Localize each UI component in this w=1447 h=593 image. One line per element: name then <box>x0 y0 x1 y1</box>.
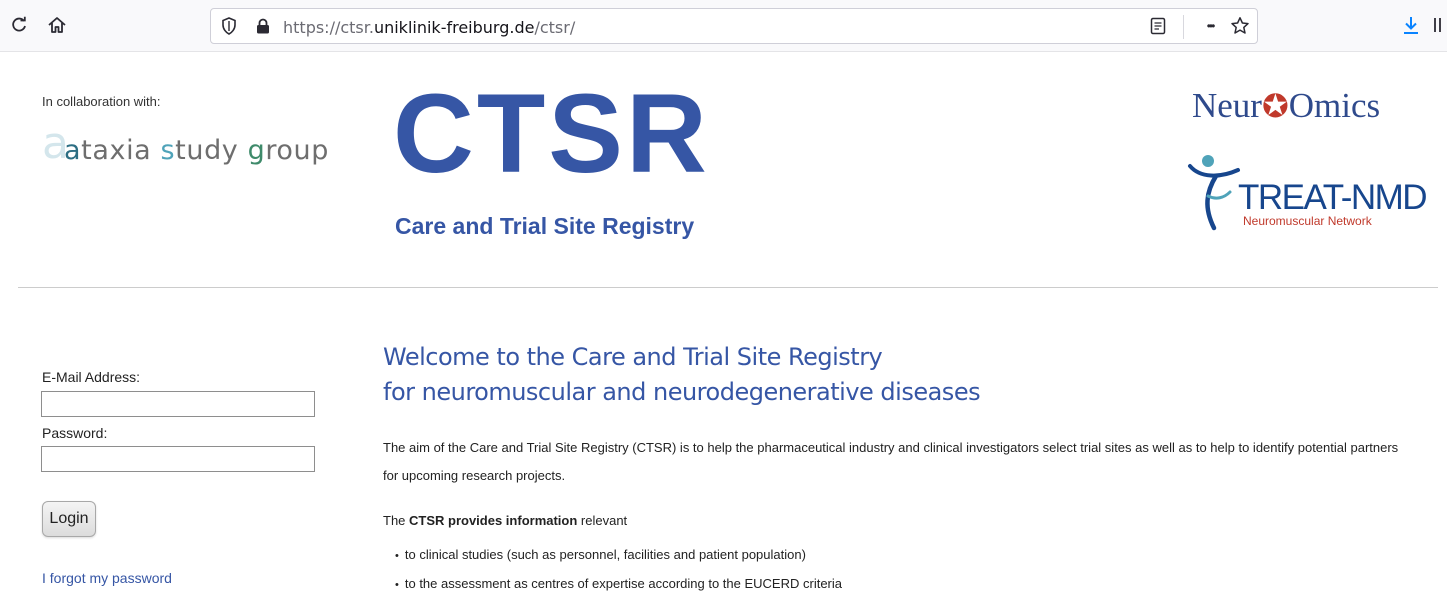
ctsr-logo-subtitle: Care and Trial Site Registry <box>395 213 695 239</box>
treat-nmd-name: TREAT-NMD <box>1238 178 1428 217</box>
treat-nmd-logo[interactable]: TREAT-NMD Neuromuscular Network <box>1186 152 1428 234</box>
url-text[interactable]: https://ctsr.uniklinik-freiburg.de/ctsr/ <box>283 18 575 37</box>
more-icon[interactable]: ••• <box>1197 16 1223 36</box>
shield-icon[interactable] <box>219 16 239 36</box>
treat-nmd-tagline: Neuromuscular Network <box>1243 214 1372 228</box>
provides-intro: The CTSR provides information relevant <box>383 513 628 528</box>
treat-nmd-figure-icon <box>1188 155 1240 231</box>
neuromics-star-icon: ✪ <box>1261 88 1289 124</box>
welcome-heading: Welcome to the Care and Trial Site Regis… <box>383 340 981 410</box>
provides-bold: CTSR provides information <box>409 513 578 528</box>
password-label: Password: <box>42 425 108 441</box>
library-icon[interactable] <box>1432 14 1446 36</box>
login-button[interactable]: Login <box>42 501 96 537</box>
url-bar[interactable]: https://ctsr.uniklinik-freiburg.de/ctsr/… <box>210 8 1258 44</box>
email-field[interactable] <box>41 391 315 417</box>
lock-icon[interactable] <box>253 16 273 36</box>
browser-toolbar: https://ctsr.uniklinik-freiburg.de/ctsr/… <box>0 0 1447 52</box>
email-label: E-Mail Address: <box>42 369 141 385</box>
collaboration-label: In collaboration with: <box>42 94 161 109</box>
list-item: to clinical studies (such as personnel, … <box>395 541 842 570</box>
intro-paragraph: The aim of the Care and Trial Site Regis… <box>383 440 1399 483</box>
forgot-password-link[interactable]: I forgot my password <box>42 570 172 586</box>
home-icon[interactable] <box>46 14 68 36</box>
ataxia-study-group-logo[interactable]: a ataxia study group <box>42 118 342 174</box>
reader-view-icon[interactable] <box>1148 16 1168 36</box>
password-field[interactable] <box>41 446 315 472</box>
welcome-heading-line-2: for neuromuscular and neurodegenerative … <box>383 378 981 406</box>
provides-list: to clinical studies (such as personnel, … <box>395 541 842 593</box>
list-item: to the assessment as centres of expertis… <box>395 570 842 593</box>
header-divider <box>18 287 1438 288</box>
url-domain: uniklinik-freiburg.de <box>373 18 535 37</box>
neuromics-logo[interactable]: Neur✪Omics <box>1192 86 1380 126</box>
reload-icon[interactable] <box>8 14 30 36</box>
url-separator <box>1183 15 1184 39</box>
welcome-heading-line-1: Welcome to the Care and Trial Site Regis… <box>383 343 883 371</box>
ataxia-logo-text: ataxia study group <box>64 135 330 166</box>
ctsr-logo-title: CTSR <box>393 71 710 196</box>
bookmark-star-icon[interactable] <box>1230 16 1250 36</box>
download-icon[interactable] <box>1400 14 1422 36</box>
